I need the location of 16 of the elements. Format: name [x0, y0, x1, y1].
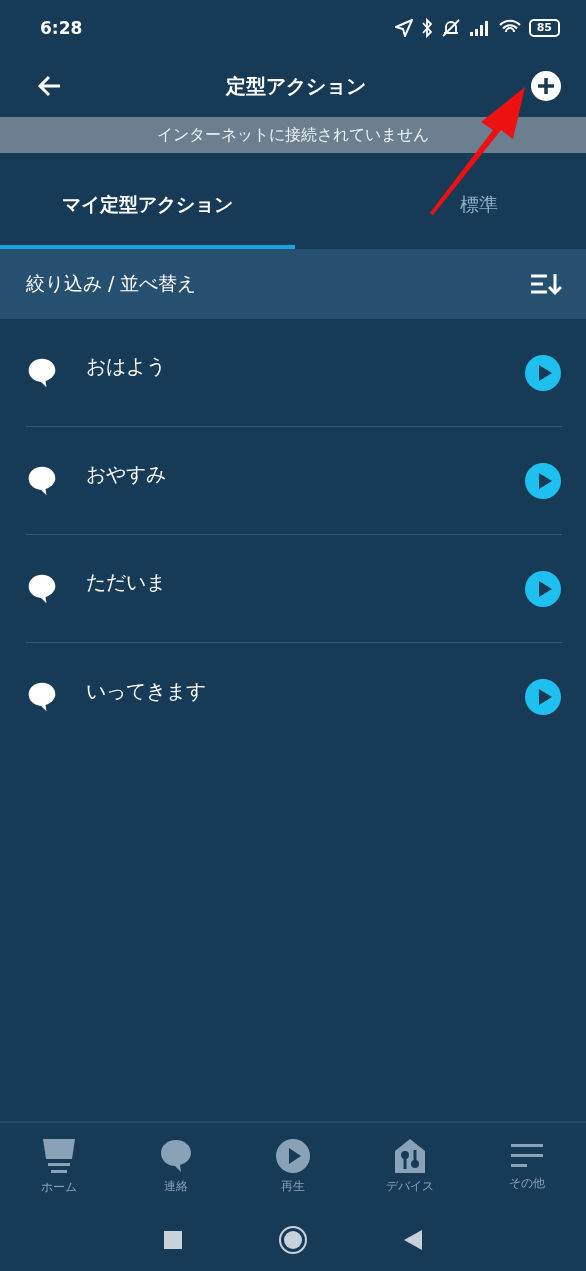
filter-sort-bar[interactable]: 絞り込み / 並べ替え [0, 249, 586, 319]
nav-tab[interactable]: 再生 [247, 1137, 338, 1195]
battery-indicator: 85 [528, 18, 560, 37]
nav-tab[interactable]: その他 [482, 1140, 573, 1192]
nav-tab[interactable]: 連絡 [130, 1137, 221, 1195]
screen-title: 定型アクション [226, 72, 366, 100]
offline-banner: インターネットに接続されていません [0, 117, 586, 153]
filter-label: 絞り込み / 並べ替え [26, 271, 197, 296]
nav-tab[interactable]: デバイス [365, 1137, 456, 1195]
clock: 6:28 [40, 17, 83, 38]
routine-name[interactable]: いってきます [86, 677, 496, 705]
routine-name[interactable]: ただいま [86, 569, 496, 596]
tab[interactable]: 標準 [295, 165, 586, 249]
nav-tab[interactable]: ホーム [13, 1136, 104, 1196]
routine-name[interactable]: おやすみ [86, 461, 496, 488]
routine-name[interactable]: おはよう [86, 353, 496, 380]
